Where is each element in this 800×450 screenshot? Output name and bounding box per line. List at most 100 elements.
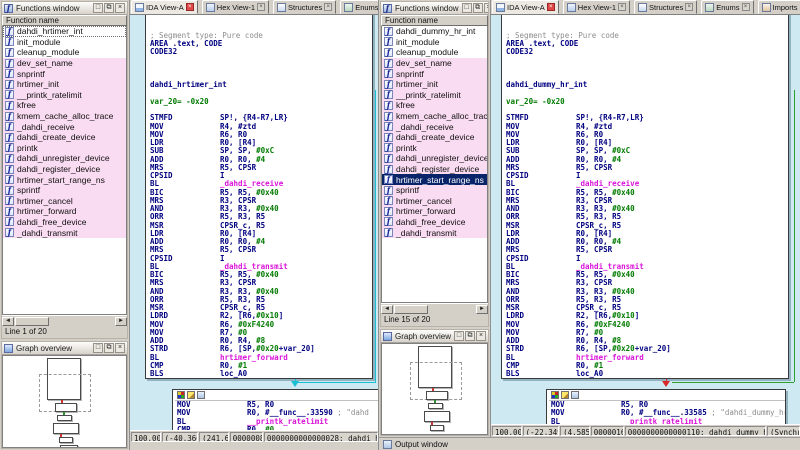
function-list-item[interactable]: ƒ dahdi_create_device xyxy=(382,132,487,143)
function-list-item[interactable]: ƒ dahdi_free_device xyxy=(3,217,126,228)
close-button[interactable]: × xyxy=(115,3,125,13)
function-list-hscrollbar[interactable]: ◄ ► xyxy=(2,315,127,326)
maximize-button[interactable]: □ xyxy=(454,331,464,341)
function-list-item[interactable]: ƒ sprintf xyxy=(3,185,126,196)
tab-close-icon[interactable]: × xyxy=(742,3,750,11)
node-titlebar[interactable] xyxy=(175,391,378,401)
view-tab[interactable]: Hex View-1 × xyxy=(563,0,630,14)
close-button[interactable]: × xyxy=(115,343,125,353)
view-tab[interactable]: Enums × xyxy=(701,0,753,14)
function-list-item[interactable]: ƒ hrtimer_forward xyxy=(3,206,126,217)
scrollbar-thumb[interactable] xyxy=(15,317,49,326)
function-list-item[interactable]: ƒ _dahdi_transmit xyxy=(382,227,487,238)
function-list[interactable]: ƒ dahdi_hrtimer_int ƒ init_module ƒ xyxy=(2,26,127,315)
graph-overview-titlebar[interactable]: Graph overview □ ⧉ × xyxy=(2,342,127,355)
tab-close-icon[interactable]: × xyxy=(186,3,194,11)
graph-view-canvas[interactable]: ; Byte sex : Little endian ; Segment typ… xyxy=(491,15,800,424)
node-xrefs-icon[interactable] xyxy=(197,391,205,399)
function-list-item[interactable]: ƒ hrtimer_start_range_ns xyxy=(3,174,126,185)
view-tab[interactable]: IDA View-A × xyxy=(492,0,559,14)
basic-block-node[interactable]: MOVR5, R0 MOVR0, #__func__.33590 ; "dahd… xyxy=(172,389,378,430)
function-list-item[interactable]: ƒ _dahdi_receive xyxy=(3,121,126,132)
function-list-item[interactable]: ƒ dev_set_name xyxy=(3,58,126,69)
function-list-item[interactable]: ƒ snprintf xyxy=(382,68,487,79)
function-list-item[interactable]: ƒ init_module xyxy=(3,37,126,48)
view-tab[interactable]: IDA View-A × xyxy=(131,0,198,14)
function-list-item[interactable]: ƒ dahdi_free_device xyxy=(382,217,487,228)
tab-close-icon[interactable]: × xyxy=(324,3,332,11)
maximize-button[interactable]: □ xyxy=(462,3,472,13)
scroll-right-arrow[interactable]: ► xyxy=(476,305,488,314)
function-list-item[interactable]: ƒ printk xyxy=(382,143,487,154)
function-list-item[interactable]: ƒ hrtimer_init xyxy=(3,79,126,90)
tab-close-icon[interactable]: × xyxy=(257,3,265,11)
view-tab[interactable]: Hex View-1 × xyxy=(202,0,269,14)
float-button[interactable]: ⧉ xyxy=(465,331,475,341)
maximize-button[interactable]: □ xyxy=(93,343,103,353)
output-window-tab[interactable]: Output window xyxy=(379,437,800,450)
basic-block-node[interactable]: MOVR5, R0 MOVR0, #__func__.33585 ; "dahd… xyxy=(546,389,786,424)
function-list-item[interactable]: ƒ dahdi_create_device xyxy=(3,132,126,143)
function-list-item[interactable]: ƒ cleanup_module xyxy=(382,47,487,58)
node-color-icon[interactable] xyxy=(177,391,185,399)
function-list-item[interactable]: ƒ kfree xyxy=(382,100,487,111)
function-list-item[interactable]: ƒ snprintf xyxy=(3,68,126,79)
close-button[interactable]: × xyxy=(484,3,488,13)
function-list-item[interactable]: ƒ hrtimer_forward xyxy=(382,206,487,217)
function-list[interactable]: ƒ dahdi_dummy_hr_int ƒ init_module ƒ xyxy=(381,26,488,303)
view-tab[interactable]: Enums × xyxy=(340,0,378,14)
function-list-item[interactable]: ƒ dev_set_name xyxy=(382,58,487,69)
scroll-left-arrow[interactable]: ◄ xyxy=(381,305,393,314)
view-tab[interactable]: Structures × xyxy=(273,0,336,14)
tab-close-icon[interactable]: × xyxy=(685,3,693,11)
function-list-item[interactable]: ƒ init_module xyxy=(382,37,487,48)
function-list-item[interactable]: ƒ cleanup_module xyxy=(3,47,126,58)
graph-overview-canvas[interactable] xyxy=(2,355,127,448)
tab-close-icon[interactable]: × xyxy=(547,3,555,11)
function-name-column-header[interactable]: Function name xyxy=(2,15,127,26)
node-color-icon[interactable] xyxy=(551,391,559,399)
function-list-item[interactable]: ƒ _dahdi_transmit xyxy=(3,227,126,238)
graph-view-canvas[interactable]: ; Byte sex : Little endian ; Segment typ… xyxy=(130,15,378,430)
function-list-item[interactable]: ƒ _dahdi_receive xyxy=(382,121,487,132)
float-button[interactable]: ⧉ xyxy=(104,343,114,353)
function-list-item[interactable]: ƒ dahdi_dummy_hr_int xyxy=(382,26,487,37)
node-xrefs-icon[interactable] xyxy=(571,391,579,399)
function-name-column-header[interactable]: Function name xyxy=(381,15,488,26)
function-list-hscrollbar[interactable]: ◄ ► xyxy=(381,303,488,314)
function-list-item[interactable]: ƒ printk xyxy=(3,143,126,154)
node-titlebar[interactable] xyxy=(549,391,785,401)
functions-window-titlebar[interactable]: ƒ Functions window □ ⧉ × xyxy=(381,2,488,15)
graph-overview-canvas[interactable] xyxy=(381,343,488,435)
functions-window-titlebar[interactable]: ƒ Functions window □ ⧉ × xyxy=(2,2,127,15)
maximize-button[interactable]: □ xyxy=(93,3,103,13)
view-tab[interactable]: Imports × xyxy=(758,0,800,14)
node-edit-icon[interactable] xyxy=(561,391,569,399)
function-list-item[interactable]: ƒ sprintf xyxy=(382,185,487,196)
graph-overview-titlebar[interactable]: Graph overview □ ⧉ × xyxy=(381,330,488,343)
function-list-item[interactable]: ƒ __printk_ratelimit xyxy=(382,90,487,101)
scrollbar-thumb[interactable] xyxy=(394,305,428,314)
node-edit-icon[interactable] xyxy=(187,391,195,399)
view-tab[interactable]: Structures × xyxy=(634,0,697,14)
function-list-item[interactable]: ƒ dahdi_unregister_device xyxy=(382,153,487,164)
function-list-item[interactable]: ƒ hrtimer_cancel xyxy=(382,196,487,207)
basic-block-node[interactable]: ; Byte sex : Little endian ; Segment typ… xyxy=(501,15,789,379)
close-button[interactable]: × xyxy=(476,331,486,341)
function-list-item[interactable]: ƒ __printk_ratelimit xyxy=(3,90,126,101)
function-list-item[interactable]: ƒ dahdi_register_device xyxy=(382,164,487,175)
function-list-item[interactable]: ƒ dahdi_register_device xyxy=(3,164,126,175)
function-list-item[interactable]: ƒ kfree xyxy=(3,100,126,111)
function-list-item[interactable]: ƒ dahdi_hrtimer_int xyxy=(3,26,126,37)
function-list-item[interactable]: ƒ kmem_cache_alloc_trace xyxy=(382,111,487,122)
function-list-item[interactable]: ƒ hrtimer_init xyxy=(382,79,487,90)
tab-close-icon[interactable]: × xyxy=(618,3,626,11)
function-list-item[interactable]: ƒ hrtimer_start_range_ns xyxy=(382,174,487,185)
basic-block-node[interactable]: ; Byte sex : Little endian ; Segment typ… xyxy=(145,15,373,379)
scroll-left-arrow[interactable]: ◄ xyxy=(2,317,14,326)
float-button[interactable]: ⧉ xyxy=(104,3,114,13)
scroll-right-arrow[interactable]: ► xyxy=(115,317,127,326)
function-list-item[interactable]: ƒ hrtimer_cancel xyxy=(3,196,126,207)
float-button[interactable]: ⧉ xyxy=(473,3,483,13)
function-list-item[interactable]: ƒ dahdi_unregister_device xyxy=(3,153,126,164)
